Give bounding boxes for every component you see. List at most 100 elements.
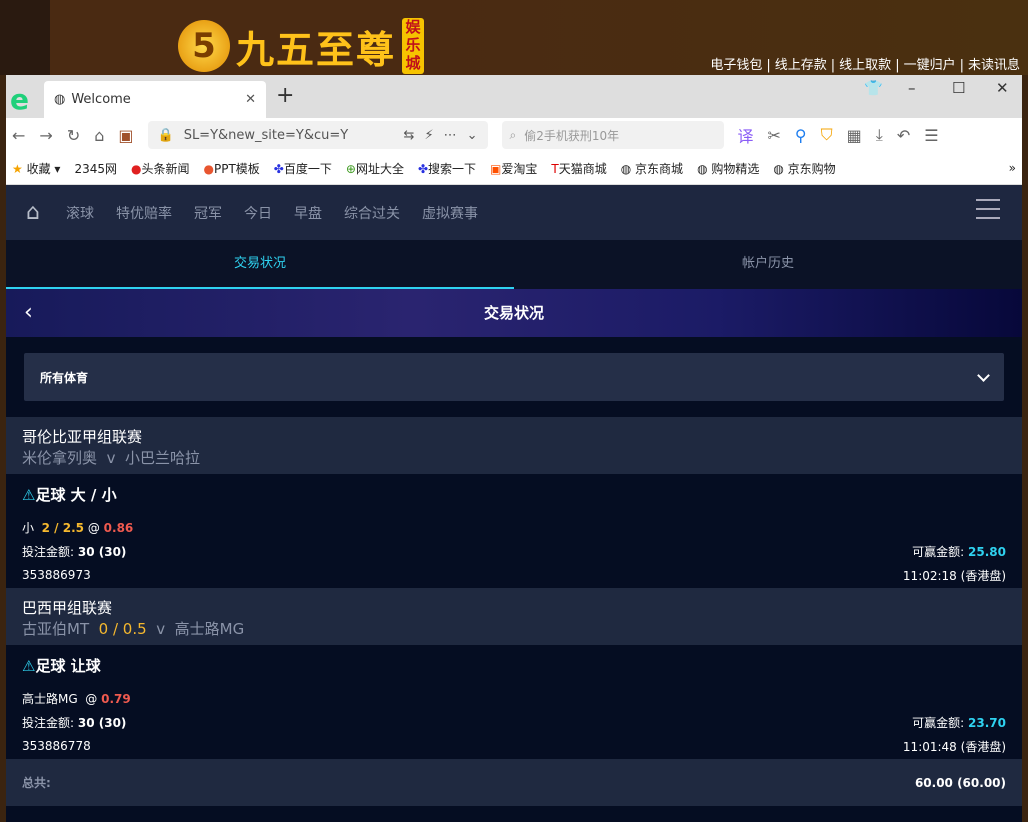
bookmark-shopping[interactable]: ◍ 购物精选 <box>697 160 759 177</box>
link-deposit[interactable]: 线上存款 <box>775 58 827 73</box>
menu-icon[interactable]: ☰ <box>924 126 938 145</box>
nav-today[interactable]: 今日 <box>244 203 272 223</box>
stake-amount: 30 (30) <box>77 715 127 730</box>
nav-live[interactable]: 滚球 <box>66 203 94 223</box>
page-title: 交易状况 <box>483 304 544 322</box>
magnifier-icon[interactable]: ⚲ <box>795 126 807 145</box>
bet-odds: 0.86 <box>103 520 134 535</box>
page-tabs: 交易状况 帐户历史 <box>6 240 1022 289</box>
page-banner: ‹ 交易状况 <box>6 289 1022 337</box>
new-tab-button[interactable]: + <box>276 83 294 108</box>
bet-time: 11:02:18 (香港盘) <box>902 568 1006 583</box>
warning-icon: ⚠ <box>22 486 36 504</box>
total-label: 总共: <box>22 776 51 790</box>
bookmark-baidu[interactable]: ✤百度一下 <box>274 160 332 177</box>
bet-item: 哥伦比亚甲组联赛 米伦拿列奥 v 小巴兰哈拉 ⚠足球 大 / 小 小 2 / 2… <box>6 417 1022 588</box>
browser-tab[interactable]: ◍ Welcome ✕ <box>44 81 266 118</box>
more-icon[interactable]: ⋯ <box>444 128 457 143</box>
undo-icon[interactable]: ↶ <box>897 126 910 145</box>
tab-title: Welcome <box>71 92 131 107</box>
link-consolidate[interactable]: 一键归户 <box>904 58 956 73</box>
nav-outright[interactable]: 冠军 <box>194 203 222 223</box>
lock-icon: 🔒 <box>157 127 174 143</box>
nav-parlay[interactable]: 综合过关 <box>344 203 400 223</box>
bet-line: 2 / 2.5 <box>41 520 85 535</box>
bookmark-search[interactable]: ✤搜索一下 <box>418 160 476 177</box>
site-top-links: 电子钱包 | 线上存款 | 线上取款 | 一键归户 | 未读讯息 <box>710 58 1020 73</box>
tab-account-history[interactable]: 帐户历史 <box>514 240 1022 289</box>
browser-toolbar: ← → ↻ ⌂ ▣ 🔒 SL=Y&new_site=Y&cu=Y ⇆ ⚡ ⋯ ⌄… <box>6 118 1022 152</box>
stake-amount: 30 (30) <box>77 544 127 559</box>
globe-icon: ◍ <box>54 92 66 107</box>
close-tab-icon[interactable]: ✕ <box>245 92 256 107</box>
bet-selection: 高士路MG <box>22 691 78 706</box>
nav-best-odds[interactable]: 特优赔率 <box>116 203 172 223</box>
shield-icon[interactable]: ⛉ <box>821 125 833 145</box>
search-icon: ⌕ <box>509 127 517 142</box>
home-icon[interactable]: ⌂ <box>26 200 40 225</box>
bookmark-aitaobao[interactable]: ▣爱淘宝 <box>490 160 537 177</box>
bookmarks-bar: ★ 收藏 ▾ 2345网 ●头条新闻 ●PPT模板 ✤百度一下 ⊕网址大全 ✤搜… <box>6 152 1022 185</box>
bookmark-favorites[interactable]: ★ 收藏 ▾ <box>12 160 60 177</box>
search-placeholder: 偷2手机获刑10年 <box>524 128 620 143</box>
home-icon[interactable]: ⌂ <box>94 126 104 145</box>
total-value: 60.00 (60.00) <box>914 775 1006 790</box>
address-input[interactable]: SL=Y&new_site=Y&cu=Y <box>184 128 394 143</box>
address-bar[interactable]: 🔒 SL=Y&new_site=Y&cu=Y ⇆ ⚡ ⋯ ⌄ <box>147 121 488 149</box>
sport-filter-dropdown[interactable]: 所有体育 <box>24 353 1004 401</box>
bet-details: ⚠足球 大 / 小 小 2 / 2.5 @ 0.86 投注金额: 30 (30)… <box>22 486 1006 583</box>
skin-icon[interactable]: 👕 <box>864 79 883 97</box>
bookmark-hao[interactable]: ⊕网址大全 <box>346 160 404 177</box>
bet-id: 353886973 <box>22 568 91 582</box>
maximize-button[interactable]: ☐ <box>952 79 965 97</box>
site-logo: 5 九五至尊 娱乐城 <box>178 18 425 74</box>
league-name: 哥伦比亚甲组联赛 <box>22 428 143 446</box>
more-bookmarks-icon[interactable]: » <box>1009 161 1016 175</box>
link-withdraw[interactable]: 线上取款 <box>839 58 891 73</box>
briefcase-icon[interactable]: ▣ <box>118 126 133 145</box>
browser-window: e ◍ Welcome ✕ + 👕 – ☐ ✕ ← → ↻ ⌂ ▣ 🔒 SL=Y… <box>6 75 1022 822</box>
back-icon[interactable]: ← <box>12 126 25 145</box>
warning-icon: ⚠ <box>22 657 36 675</box>
minimize-button[interactable]: – <box>908 79 916 97</box>
total-row: 总共: 60.00 (60.00) <box>6 759 1022 806</box>
apps-icon[interactable]: ▦ <box>847 126 862 145</box>
bookmark-ppt[interactable]: ●PPT模板 <box>204 160 260 177</box>
match-teams: 古亚伯MT 0 / 0.5 v 高士路MG <box>22 620 245 638</box>
bookmark-jd[interactable]: ◍ 京东商城 <box>621 160 683 177</box>
reload-icon[interactable]: ↻ <box>67 126 80 145</box>
nav-virtual[interactable]: 虚拟赛事 <box>422 203 478 223</box>
scissors-icon[interactable]: ✂ <box>768 126 781 145</box>
back-chevron-icon[interactable]: ‹ <box>24 289 33 337</box>
tab-bar: e ◍ Welcome ✕ + 👕 – ☐ ✕ <box>6 75 1022 118</box>
main-nav: ⌂ 滚球 特优赔率 冠军 今日 早盘 综合过关 虚拟赛事 <box>6 185 1022 240</box>
translate-icon[interactable]: ⇆ <box>404 128 415 143</box>
link-messages[interactable]: 未读讯息 <box>968 58 1020 73</box>
search-box[interactable]: ⌕ 偷2手机获刑10年 <box>501 121 724 149</box>
nav-early[interactable]: 早盘 <box>294 203 322 223</box>
chevron-down-icon[interactable]: ⌄ <box>467 128 478 143</box>
bookmark-tmall[interactable]: T天猫商城 <box>551 160 606 177</box>
chevron-down-icon <box>977 368 990 382</box>
bet-time: 11:01:48 (香港盘) <box>902 739 1006 754</box>
bet-selection: 小 <box>22 520 35 535</box>
lightning-icon[interactable]: ⚡ <box>424 128 433 143</box>
win-amount: 23.70 <box>968 715 1006 730</box>
bookmark-jd-shop[interactable]: ◍ 京东购物 <box>773 160 835 177</box>
bookmark-toutiao[interactable]: ●头条新闻 <box>131 160 190 177</box>
link-wallet[interactable]: 电子钱包 <box>710 58 762 73</box>
forward-icon[interactable]: → <box>39 126 52 145</box>
win-amount: 25.80 <box>968 544 1006 559</box>
league-header: 哥伦比亚甲组联赛 米伦拿列奥 v 小巴兰哈拉 <box>6 417 1022 474</box>
sport-filter-value: 所有体育 <box>40 370 89 385</box>
league-name: 巴西甲组联赛 <box>22 599 113 617</box>
download-icon[interactable]: ⤓ <box>876 125 883 145</box>
tab-transactions[interactable]: 交易状况 <box>6 240 514 289</box>
bet-id: 353886778 <box>22 739 91 753</box>
bookmark-2345[interactable]: 2345网 <box>74 160 117 177</box>
bet-odds: 0.79 <box>101 691 131 706</box>
translate-ext-icon[interactable]: 译 <box>738 123 754 147</box>
bet-details: ⚠足球 让球 高士路MG @ 0.79 投注金额: 30 (30) 可赢金额: 2… <box>22 657 1006 754</box>
close-window-button[interactable]: ✕ <box>996 79 1009 97</box>
hamburger-menu-icon[interactable] <box>976 199 1000 219</box>
